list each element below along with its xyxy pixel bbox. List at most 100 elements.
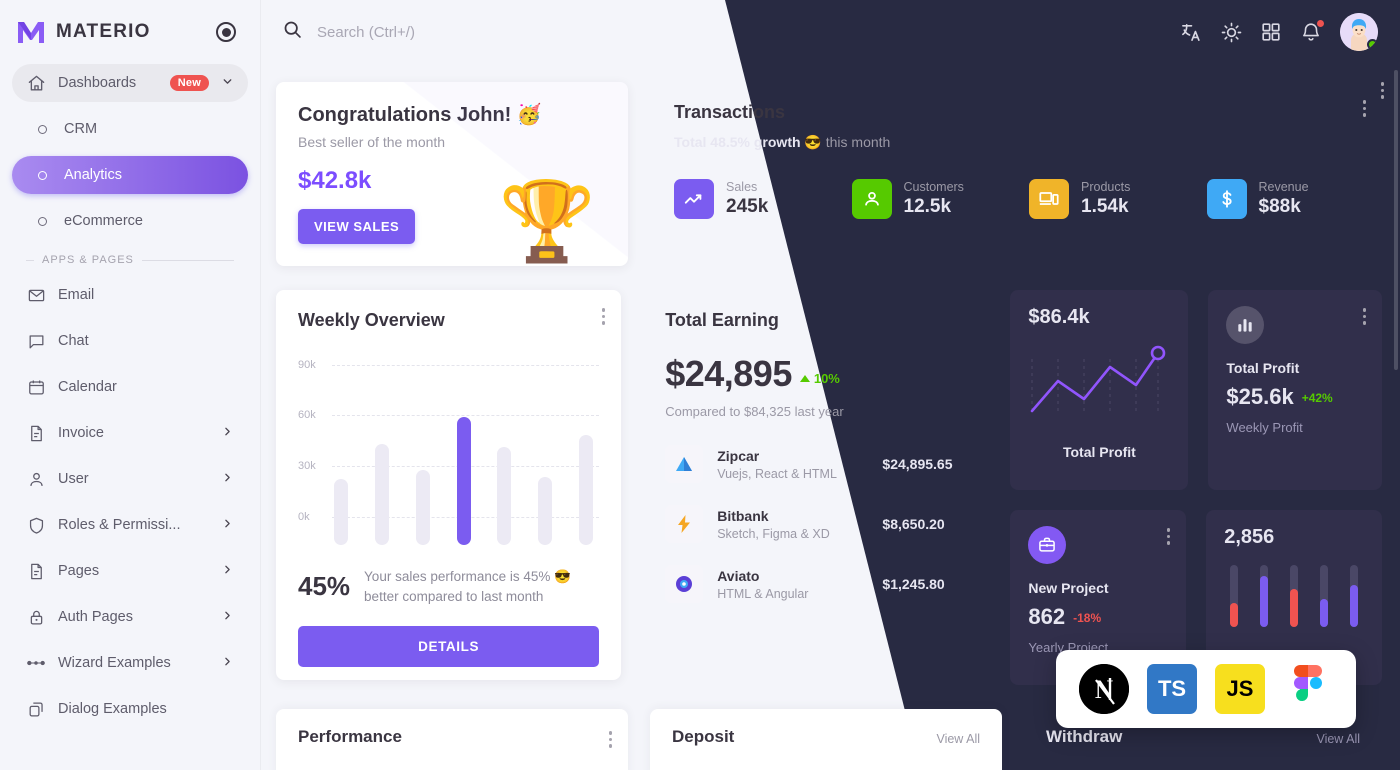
item-name: Bitbank bbox=[717, 507, 769, 524]
grid-apps-icon[interactable] bbox=[1260, 21, 1282, 43]
session-bar-fill bbox=[1290, 589, 1299, 627]
performance-note: Your sales performance is 45% 😎 better c… bbox=[364, 569, 571, 604]
brand[interactable]: MATERIO bbox=[0, 0, 260, 64]
new-project-values: 862 -18% bbox=[1028, 604, 1168, 630]
sidebar-item-label: Calendar bbox=[58, 379, 117, 395]
performance-percent: 45% bbox=[298, 571, 351, 602]
translate-icon[interactable] bbox=[1180, 21, 1202, 43]
home-icon bbox=[26, 73, 46, 93]
avatar[interactable] bbox=[1340, 13, 1378, 51]
sidebar-item-dialog-examples[interactable]: Dialog Examples bbox=[12, 690, 248, 728]
weekly-profit-card: Total Profit $25.6k +42% Weekly Profit bbox=[1208, 290, 1383, 490]
sidebar-section-apps-pages: APPS & PAGES bbox=[26, 254, 234, 266]
new-project-amount: 862 bbox=[1028, 604, 1066, 629]
details-button[interactable]: DETAILS bbox=[298, 626, 600, 668]
search-input[interactable]: Search (Ctrl+/) bbox=[317, 24, 415, 41]
new-project-delta: -18% bbox=[1073, 611, 1102, 625]
chevron-right-icon bbox=[221, 471, 234, 487]
weekly-overview-card: Weekly Overview 90k 60k 30k 0k 45% Your … bbox=[276, 290, 622, 680]
list-item[interactable]: Zipcar Vuejs, React & HTML $24,895.65 bbox=[665, 445, 966, 483]
weekly-overview-title: Weekly Overview bbox=[298, 310, 445, 330]
notification-badge bbox=[1316, 19, 1325, 28]
transactions-menu-icon[interactable] bbox=[1362, 100, 1366, 117]
y-tick-60k: 60k bbox=[298, 409, 316, 421]
bell-icon[interactable] bbox=[1300, 19, 1325, 43]
sidebar-item-label: User bbox=[58, 471, 89, 487]
sun-icon[interactable] bbox=[1220, 21, 1242, 43]
deposit-view-all-link[interactable]: View All bbox=[936, 732, 980, 746]
weekly-bar-Fr bbox=[497, 447, 512, 545]
sidebar-item-chat[interactable]: Chat bbox=[12, 322, 248, 360]
session-bar-fill bbox=[1230, 603, 1239, 627]
aviato-logo bbox=[665, 565, 704, 603]
mini-row-1: $86.4k Total Profit Total Profit $25.6k … bbox=[1010, 290, 1383, 490]
earning-delta-value: 10% bbox=[813, 371, 840, 386]
search-bar[interactable]: Search (Ctrl+/) bbox=[282, 19, 1180, 45]
performance-menu-icon[interactable] bbox=[608, 731, 612, 748]
y-tick-30k: 30k bbox=[298, 460, 316, 472]
sidebar-item-email[interactable]: Email bbox=[12, 276, 248, 314]
sidebar: MATERIO Dashboards New CRM Analytics eCo… bbox=[0, 0, 260, 770]
pin-toggle-icon[interactable] bbox=[216, 22, 236, 42]
total-earning-title: Total Earning bbox=[665, 310, 779, 330]
chevron-down-icon bbox=[221, 75, 234, 91]
deposit-title: Deposit bbox=[672, 727, 735, 746]
sidebar-item-dashboards[interactable]: Dashboards New bbox=[12, 64, 248, 102]
sidebar-item-user[interactable]: User bbox=[12, 460, 248, 498]
session-bar-1 bbox=[1230, 565, 1239, 627]
weekly-performance-summary: 45% Your sales performance is 45% 😎 bett… bbox=[298, 567, 599, 606]
trending-up-icon bbox=[674, 179, 714, 219]
new-project-label: New Project bbox=[1028, 580, 1109, 596]
stat-value: 12.5k bbox=[903, 196, 952, 217]
sidebar-item-invoice[interactable]: Invoice bbox=[12, 414, 248, 452]
sidebar-item-crm[interactable]: CRM bbox=[12, 110, 248, 148]
sessions-amount: 2,856 bbox=[1224, 526, 1275, 548]
weekly-profit-sub: Weekly Profit bbox=[1226, 420, 1303, 435]
sidebar-item-label: Wizard Examples bbox=[58, 655, 171, 671]
shield-icon bbox=[26, 515, 46, 535]
withdraw-view-all-link[interactable]: View All bbox=[1316, 732, 1360, 746]
sidebar-item-analytics[interactable]: Analytics bbox=[12, 156, 248, 194]
weekly-overview-menu-icon[interactable] bbox=[601, 308, 606, 325]
weekly-profit-values: $25.6k +42% bbox=[1226, 384, 1364, 410]
sidebar-item-wizard-examples[interactable]: Wizard Examples bbox=[12, 644, 248, 682]
total-earning-menu-icon[interactable] bbox=[1380, 82, 1384, 99]
sidebar-item-label: Chat bbox=[58, 333, 89, 349]
transactions-stats: Sales 245k Customers 12.5k Products 1.54… bbox=[674, 179, 1358, 219]
chevron-right-icon bbox=[221, 655, 234, 671]
earning-list: Zipcar Vuejs, React & HTML $24,895.65 Bi… bbox=[665, 445, 966, 603]
sidebar-item-ecommerce[interactable]: eCommerce bbox=[12, 202, 248, 240]
stat-value: 1.54k bbox=[1081, 196, 1129, 217]
new-project-menu-icon[interactable] bbox=[1166, 528, 1171, 545]
sidebar-item-calendar[interactable]: Calendar bbox=[12, 368, 248, 406]
sidebar-item-label: Roles & Permissi... bbox=[58, 517, 181, 533]
item-value: $24,895.65 bbox=[882, 456, 953, 472]
calendar-icon bbox=[26, 377, 46, 397]
briefcase-icon bbox=[1028, 526, 1067, 564]
sidebar-item-label: Pages bbox=[58, 563, 100, 579]
weekly-bar-Su bbox=[579, 435, 594, 545]
item-desc: HTML & Angular bbox=[717, 586, 809, 601]
transactions-card: Transactions Total 48.5% growth 😎 this m… bbox=[650, 82, 1382, 266]
app-header: Search (Ctrl+/) bbox=[260, 0, 1400, 64]
stat-customers: Customers 12.5k bbox=[851, 179, 1004, 219]
weekly-profit-menu-icon[interactable] bbox=[1362, 308, 1367, 325]
zipcar-logo bbox=[665, 445, 704, 483]
item-value: $8,650.20 bbox=[882, 516, 945, 532]
session-bar-4 bbox=[1320, 565, 1329, 627]
item-desc: Vuejs, React & HTML bbox=[717, 466, 837, 481]
chevron-right-icon bbox=[221, 609, 234, 625]
copy-icon bbox=[26, 699, 46, 719]
sidebar-item-auth-pages[interactable]: Auth Pages bbox=[12, 598, 248, 636]
list-item[interactable]: Bitbank Sketch, Figma & XD $8,650.20 bbox=[665, 505, 966, 543]
app-root: MATERIO Dashboards New CRM Analytics eCo… bbox=[0, 0, 1400, 770]
sidebar-item-pages[interactable]: Pages bbox=[12, 552, 248, 590]
list-item[interactable]: Aviato HTML & Angular $1,245.80 bbox=[665, 565, 966, 603]
row-middle: Weekly Overview 90k 60k 30k 0k 45% Your … bbox=[276, 82, 1384, 685]
withdraw-title: Withdraw bbox=[1046, 727, 1123, 746]
online-status-indicator bbox=[1367, 39, 1378, 50]
sidebar-item-roles-permissions[interactable]: Roles & Permissi... bbox=[12, 506, 248, 544]
chevron-right-icon bbox=[221, 563, 234, 579]
session-bar-5 bbox=[1350, 565, 1359, 627]
stat-label: Sales bbox=[726, 180, 758, 194]
